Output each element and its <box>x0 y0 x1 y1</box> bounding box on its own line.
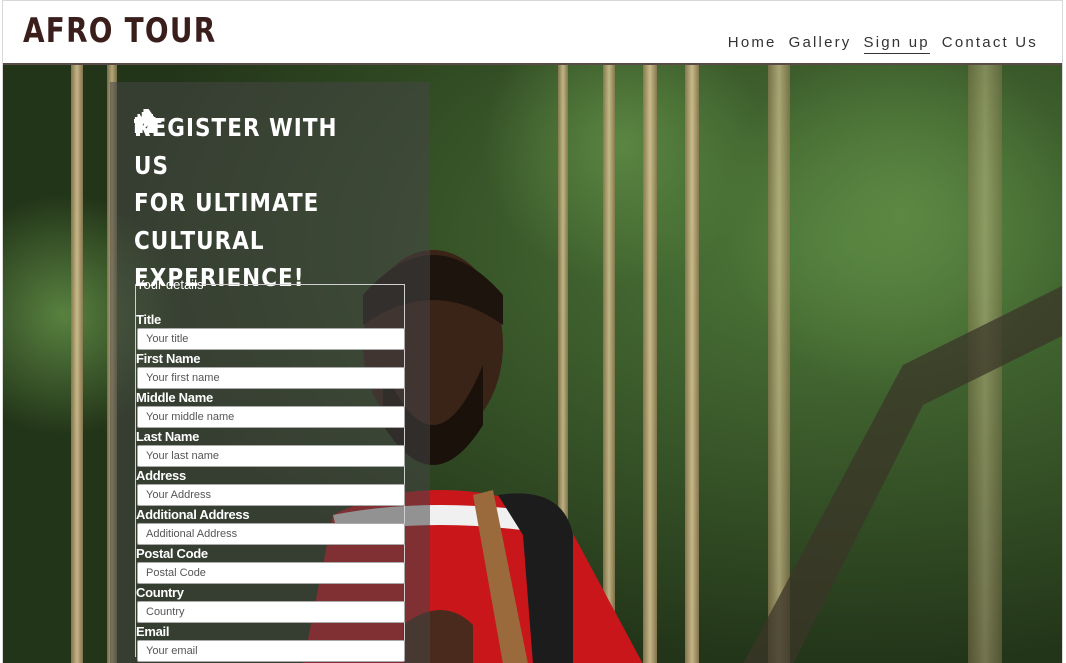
page-frame: AFRO TOUR Home Gallery Sign up Contact U… <box>2 0 1063 663</box>
postal-code-input[interactable] <box>137 562 405 584</box>
title-input[interactable] <box>137 328 405 350</box>
address-label: Address <box>136 468 186 483</box>
postal-code-field-group: Postal Code <box>136 546 406 584</box>
additional-address-label: Additional Address <box>136 507 250 522</box>
middle-name-field-group: Middle Name <box>136 390 406 428</box>
title-label: Title <box>136 312 161 327</box>
country-field-group: Country <box>136 585 406 623</box>
your-details-legend: Your details <box>136 277 204 292</box>
email-input[interactable] <box>137 640 405 662</box>
last-name-label: Last Name <box>136 429 200 444</box>
last-name-field-group: Last Name <box>136 429 406 467</box>
nav-sign-up[interactable]: Sign up <box>863 34 930 54</box>
last-name-input[interactable] <box>137 445 405 467</box>
first-name-field-group: First Name <box>136 351 406 389</box>
nav-contact-us[interactable]: Contact Us <box>942 34 1038 54</box>
hero-background-image: REGISTER WITH US FOR ULTIMATE CULTURAL E… <box>3 65 1062 663</box>
heading-line-1: REGISTER WITH US <box>134 113 338 180</box>
first-name-label: First Name <box>136 351 201 366</box>
main-nav: Home Gallery Sign up Contact Us <box>728 34 1038 54</box>
additional-address-input[interactable] <box>137 523 405 545</box>
registration-heading: REGISTER WITH US FOR ULTIMATE CULTURAL E… <box>134 109 375 297</box>
title-field-group: Title <box>136 312 406 350</box>
middle-name-input[interactable] <box>137 406 405 428</box>
additional-address-field-group: Additional Address <box>136 507 406 545</box>
first-name-input[interactable] <box>137 367 405 389</box>
your-details-fieldset: Your details Title First Name Middle Nam… <box>135 277 406 662</box>
address-field-group: Address <box>136 468 406 506</box>
email-field-group: Email <box>136 624 406 662</box>
nav-home[interactable]: Home <box>728 34 777 54</box>
middle-name-label: Middle Name <box>136 390 213 405</box>
address-input[interactable] <box>137 484 405 506</box>
heading-line-3: CULTURAL <box>134 225 265 255</box>
postal-code-label: Postal Code <box>136 546 208 561</box>
registration-panel: REGISTER WITH US FOR ULTIMATE CULTURAL E… <box>110 82 430 663</box>
nav-gallery[interactable]: Gallery <box>789 34 852 54</box>
email-label: Email <box>136 624 170 639</box>
country-input[interactable] <box>137 601 405 623</box>
site-header: AFRO TOUR Home Gallery Sign up Contact U… <box>3 1 1062 65</box>
heading-line-2: FOR ULTIMATE <box>134 188 320 217</box>
site-logo[interactable]: AFRO TOUR <box>23 11 216 51</box>
country-label: Country <box>136 585 184 600</box>
